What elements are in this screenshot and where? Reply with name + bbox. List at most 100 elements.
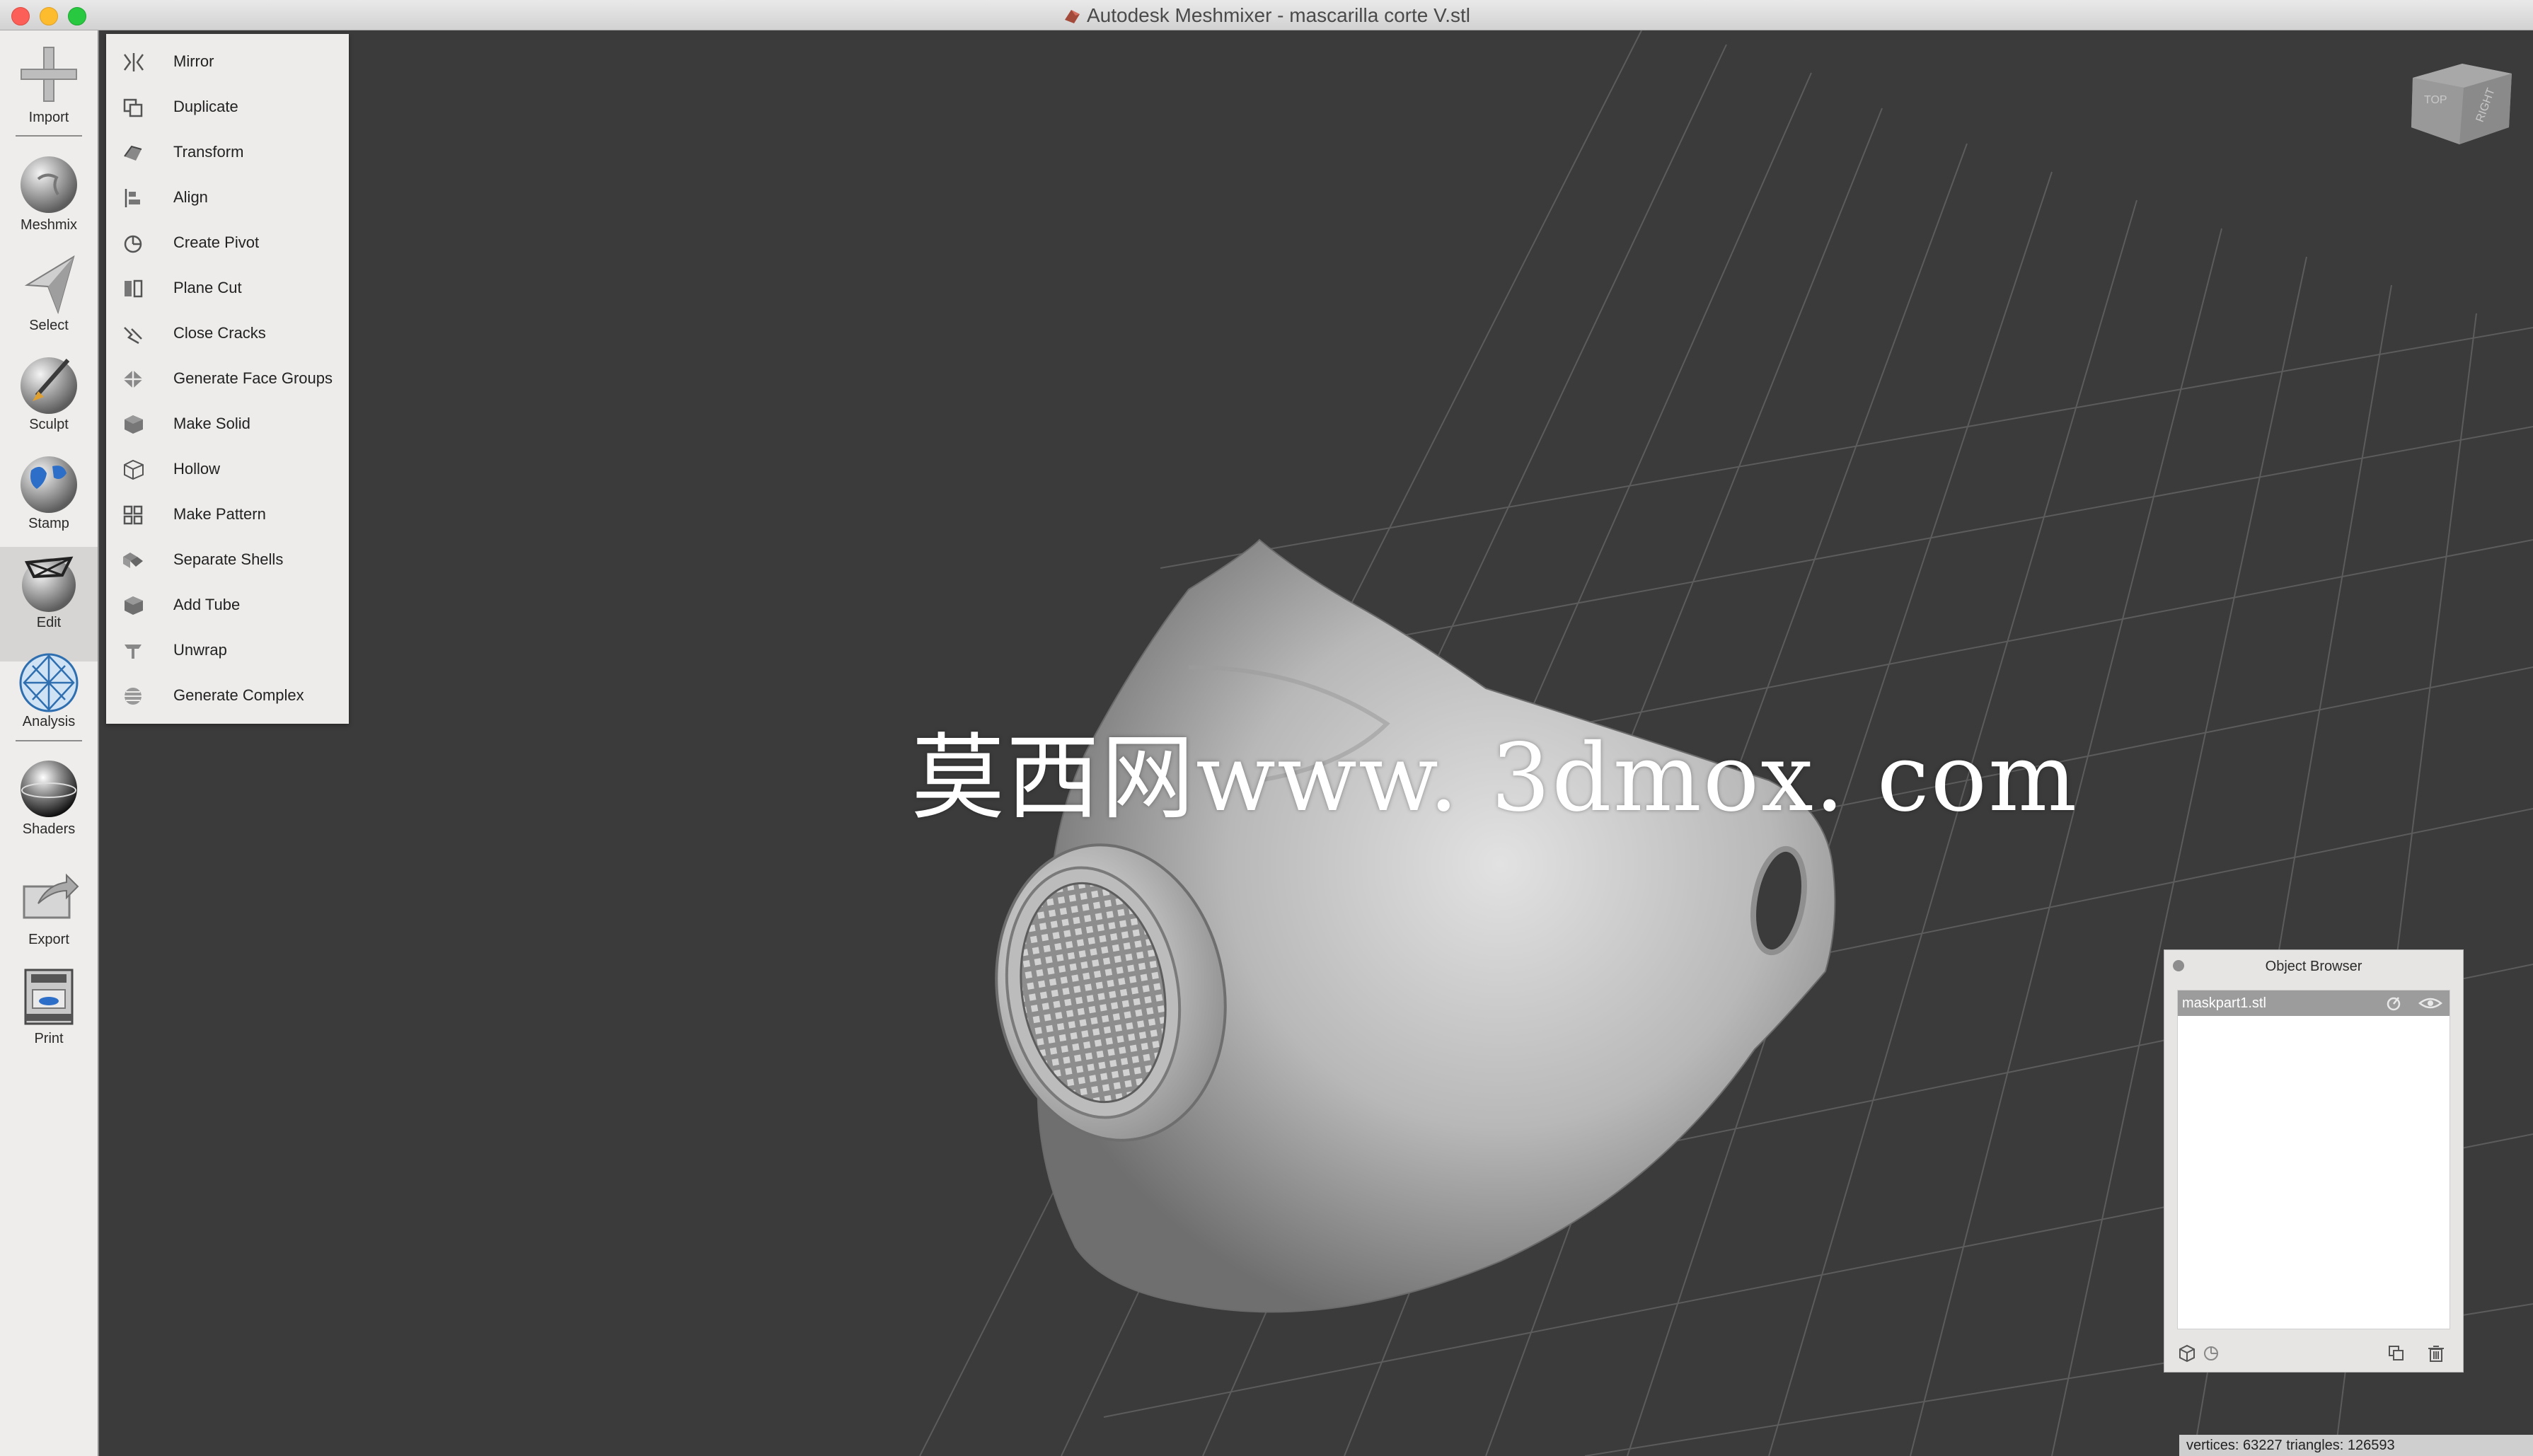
object-list: maskpart1.stl	[2177, 990, 2450, 1329]
transform-icon	[124, 145, 142, 161]
analysis-icon	[19, 653, 79, 712]
menu-item-close-cracks[interactable]: Close Cracks	[106, 311, 349, 356]
main-toolbar: Import Meshmix Select Sculpt Stamp Edit …	[0, 30, 99, 1456]
toolbar-analysis-button[interactable]: Analysis	[0, 647, 98, 730]
export-icon	[23, 873, 79, 919]
object-name: maskpart1.stl	[2182, 995, 2266, 1011]
toolbar-print-button[interactable]: Print	[0, 964, 98, 1047]
toolbar-select-button[interactable]: Select	[0, 251, 98, 334]
add-tube-icon	[125, 596, 143, 615]
cube-icon[interactable]	[2177, 1344, 2197, 1363]
menu-item-label: Plane Cut	[173, 279, 242, 296]
menu-item-label: Create Pivot	[173, 233, 260, 251]
edit-menu: Mirror Duplicate Transform Align Create …	[106, 34, 349, 724]
toolbar-export-button[interactable]: Export	[0, 865, 98, 948]
title-bar: Autodesk Meshmixer - mascarilla corte V.…	[0, 0, 2533, 30]
sculpt-icon	[21, 357, 77, 414]
toolbar-separator	[16, 740, 82, 741]
toolbar-select-label: Select	[29, 318, 69, 333]
make-solid-icon	[125, 415, 143, 434]
toolbar-import-label: Import	[28, 110, 69, 125]
visibility-eye-icon[interactable]	[2418, 995, 2442, 1012]
menu-item-label: Separate Shells	[173, 550, 284, 568]
view-cube-icon: TOP RIGHT	[2411, 64, 2512, 144]
create-pivot-icon	[124, 235, 142, 253]
select-icon	[24, 255, 75, 315]
shaders-icon	[21, 761, 77, 817]
menu-item-label: Close Cracks	[173, 324, 266, 342]
menu-item-hollow[interactable]: Hollow	[106, 446, 349, 492]
mask-model[interactable]	[974, 538, 1836, 1313]
toolbar-sculpt-label: Sculpt	[29, 417, 69, 432]
toolbar-edit-label: Edit	[36, 615, 62, 630]
menu-item-generate-complex[interactable]: Generate Complex	[106, 673, 349, 718]
menu-item-label: Make Pattern	[173, 505, 266, 523]
toolbar-stamp-label: Stamp	[28, 516, 69, 531]
duplicate-object-icon[interactable]	[2387, 1344, 2406, 1363]
toolbar-sculpt-button[interactable]: Sculpt	[0, 350, 98, 433]
align-icon	[125, 189, 140, 207]
window-title-wrap: Autodesk Meshmixer - mascarilla corte V.…	[0, 0, 2533, 30]
menu-item-make-solid[interactable]: Make Solid	[106, 401, 349, 446]
meshmix-icon	[21, 156, 77, 213]
toolbar-separator	[16, 135, 82, 137]
unwrap-icon	[125, 645, 142, 659]
toolbar-stamp-button[interactable]: Stamp	[0, 449, 98, 532]
menu-item-label: Transform	[173, 143, 244, 161]
menu-item-align[interactable]: Align	[106, 175, 349, 220]
menu-item-label: Mirror	[173, 52, 214, 70]
toolbar-export-label: Export	[28, 932, 69, 947]
watermark-text: 莫西网www. 3dmox. com	[911, 724, 2079, 833]
pivot-icon[interactable]	[2201, 1344, 2221, 1363]
menu-item-create-pivot[interactable]: Create Pivot	[106, 220, 349, 265]
import-icon	[21, 47, 77, 102]
meshmixer-app-icon	[1064, 10, 1080, 23]
view-cube[interactable]: TOP RIGHT	[2406, 57, 2519, 156]
menu-item-transform[interactable]: Transform	[106, 129, 349, 175]
separate-shells-icon	[123, 553, 143, 568]
object-settings-icon[interactable]	[2384, 995, 2403, 1012]
status-bar: vertices: 63227 triangles: 126593	[2179, 1435, 2533, 1456]
toolbar-print-label: Print	[34, 1031, 64, 1046]
menu-item-separate-shells[interactable]: Separate Shells	[106, 537, 349, 582]
menu-item-label: Make Solid	[173, 415, 250, 432]
edit-icon	[22, 556, 76, 612]
face-groups-icon	[123, 370, 143, 388]
print-icon	[24, 969, 74, 1025]
menu-item-label: Unwrap	[173, 641, 227, 659]
toolbar-edit-button[interactable]: Edit	[0, 547, 98, 661]
menu-item-unwrap[interactable]: Unwrap	[106, 628, 349, 673]
object-row[interactable]: maskpart1.stl	[2178, 990, 2450, 1016]
toolbar-shaders-label: Shaders	[22, 821, 76, 837]
menu-item-label: Hollow	[173, 460, 221, 478]
stamp-icon	[21, 456, 77, 513]
view-cube-top-label: TOP	[2424, 94, 2447, 106]
object-browser-panel: Object Browser maskpart1.stl	[2164, 949, 2464, 1373]
menu-item-label: Duplicate	[173, 98, 238, 115]
trash-icon[interactable]	[2426, 1344, 2446, 1363]
close-cracks-icon	[124, 327, 142, 345]
toolbar-meshmix-label: Meshmix	[20, 217, 77, 233]
menu-item-make-pattern[interactable]: Make Pattern	[106, 492, 349, 537]
hollow-icon	[124, 459, 144, 480]
menu-item-label: Generate Complex	[173, 686, 304, 704]
duplicate-icon	[123, 98, 143, 117]
object-browser-title: Object Browser	[2265, 959, 2362, 974]
menu-item-label: Generate Face Groups	[173, 369, 333, 387]
menu-item-label: Add Tube	[173, 596, 241, 613]
toolbar-shaders-button[interactable]: Shaders	[0, 755, 98, 838]
make-pattern-icon	[123, 505, 143, 525]
menu-item-mirror[interactable]: Mirror	[106, 39, 349, 84]
menu-item-generate-face-groups[interactable]: Generate Face Groups	[106, 356, 349, 401]
toolbar-analysis-label: Analysis	[22, 714, 76, 729]
menu-item-add-tube[interactable]: Add Tube	[106, 582, 349, 628]
menu-item-plane-cut[interactable]: Plane Cut	[106, 265, 349, 311]
toolbar-import-button[interactable]: Import	[0, 43, 98, 126]
menu-item-duplicate[interactable]: Duplicate	[106, 84, 349, 129]
plane-cut-icon	[125, 279, 143, 298]
menu-item-label: Align	[173, 188, 208, 206]
toolbar-meshmix-button[interactable]: Meshmix	[0, 151, 98, 233]
window-title: Autodesk Meshmixer - mascarilla corte V.…	[1086, 4, 1471, 26]
mesh-stats-text: vertices: 63227 triangles: 126593	[2186, 1438, 2395, 1453]
mirror-icon	[123, 53, 144, 71]
